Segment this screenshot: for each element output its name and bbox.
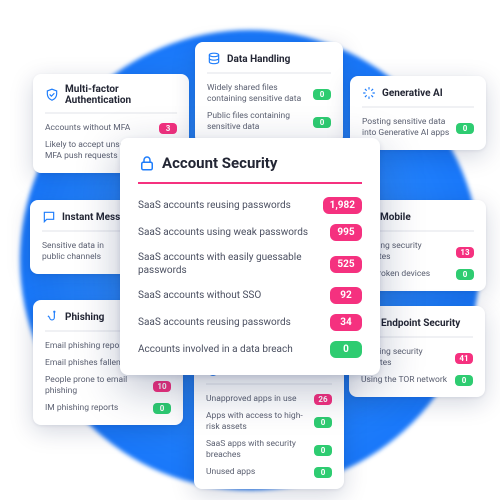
- card-title: Account Security: [162, 154, 277, 172]
- metric-badge: 13: [456, 247, 474, 258]
- card-title: Endpoint Security: [381, 318, 460, 329]
- chat-icon: [42, 210, 56, 224]
- metric-badge: 41: [455, 353, 473, 364]
- metric-row[interactable]: Unused apps0: [206, 464, 332, 481]
- metric-row[interactable]: Using the TOR network0: [361, 372, 473, 389]
- shield-check-icon: [45, 88, 59, 102]
- metric-row[interactable]: Posting sensitive data into Generative A…: [362, 114, 474, 142]
- metric-badge: 995: [330, 224, 362, 241]
- metric-row[interactable]: SaaS accounts without SSO92: [138, 282, 362, 309]
- metric-row[interactable]: Apps with access to high-risk assets0: [206, 408, 332, 436]
- metric-badge: 0: [456, 269, 474, 280]
- metric-row[interactable]: IM phishing reports0: [45, 400, 171, 417]
- card-title: Generative AI: [382, 88, 443, 99]
- metric-badge: 3: [159, 123, 177, 134]
- sparkle-icon: [362, 86, 376, 100]
- hook-icon: [45, 310, 59, 324]
- metric-badge: 26: [314, 394, 332, 405]
- metric-badge: 1,982: [323, 197, 362, 214]
- metric-row[interactable]: Unapproved apps in use26: [206, 391, 332, 408]
- metric-badge: 0: [330, 341, 362, 358]
- metric-badge: 0: [313, 117, 331, 128]
- metric-badge: 0: [153, 403, 171, 414]
- dashboard: Multi-factor Authentication Accounts wit…: [0, 0, 500, 500]
- card-data-handling[interactable]: Data Handling Widely shared files contai…: [195, 42, 343, 144]
- metric-row[interactable]: SaaS accounts with easily guessable pass…: [138, 246, 362, 282]
- metric-row[interactable]: Widely shared files containing sensitive…: [207, 80, 331, 108]
- metric-badge: 525: [330, 256, 362, 273]
- database-icon: [207, 52, 221, 66]
- metric-badge: 0: [314, 445, 332, 456]
- metric-row[interactable]: SaaS accounts reusing passwords34: [138, 309, 362, 336]
- metric-row[interactable]: Accounts without MFA3: [45, 120, 177, 137]
- metric-row[interactable]: SaaS accounts using weak passwords995: [138, 219, 362, 246]
- card-title: Multi-factor Authentication: [65, 84, 177, 106]
- metric-badge: 0: [456, 123, 474, 134]
- metric-badge: 0: [455, 375, 473, 386]
- metric-badge: 34: [330, 314, 362, 331]
- metric-row[interactable]: Accounts involved in a data breach0: [138, 336, 362, 363]
- card-title: Phishing: [65, 312, 104, 323]
- metric-badge: 92: [330, 287, 362, 304]
- metric-badge: 0: [313, 89, 331, 100]
- card-title: Data Handling: [227, 54, 290, 65]
- metric-row[interactable]: People prone to email phishing10: [45, 372, 171, 400]
- metric-row[interactable]: SaaS apps with security breaches0: [206, 436, 332, 464]
- lock-icon: [138, 154, 156, 172]
- card-title: Mobile: [380, 212, 411, 223]
- metric-badge: 0: [314, 467, 332, 478]
- metric-row[interactable]: SaaS accounts reusing passwords1,982: [138, 192, 362, 219]
- metric-badge: 0: [314, 417, 332, 428]
- metric-row[interactable]: Public files containing sensitive data0: [207, 108, 331, 136]
- metric-badge: 10: [153, 381, 171, 392]
- card-account-security[interactable]: Account Security SaaS accounts reusing p…: [120, 138, 380, 375]
